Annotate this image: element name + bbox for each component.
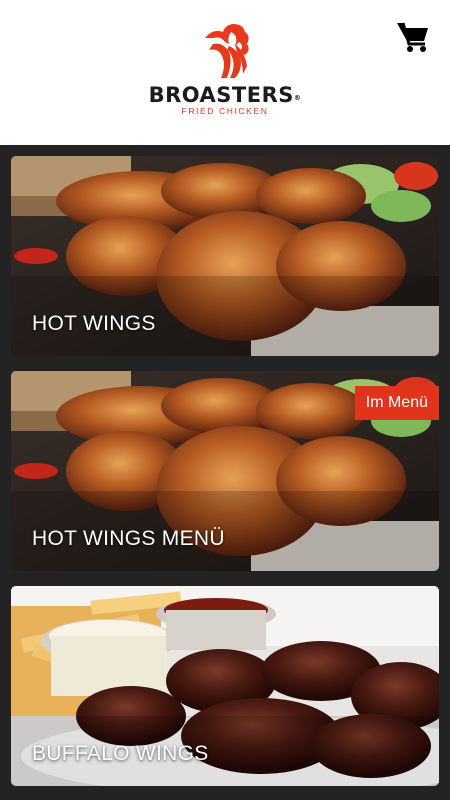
rooster-comb-logo-icon <box>205 24 249 78</box>
app-header: BROASTERS® FRIED CHICKEN <box>0 0 450 145</box>
menu-card-hot-wings-menu[interactable]: Im Menü HOT WINGS MENÜ <box>11 371 439 571</box>
brand-tagline: FRIED CHICKEN <box>181 106 269 116</box>
shopping-cart-icon <box>397 22 428 52</box>
brand-logo[interactable]: BROASTERS® FRIED CHICKEN <box>145 22 305 122</box>
menu-card-buffalo-wings[interactable]: BUFFALO WINGS <box>11 586 439 786</box>
brand-name: BROASTERS <box>148 83 294 107</box>
im-menu-badge[interactable]: Im Menü <box>354 386 439 420</box>
menu-card-hot-wings[interactable]: HOT WINGS <box>11 156 439 356</box>
card-title: HOT WINGS <box>32 312 156 335</box>
card-title: BUFFALO WINGS <box>32 742 209 765</box>
cart-button[interactable] <box>396 20 430 54</box>
card-title: HOT WINGS MENÜ <box>32 527 225 550</box>
registered-mark: ® <box>293 94 302 102</box>
